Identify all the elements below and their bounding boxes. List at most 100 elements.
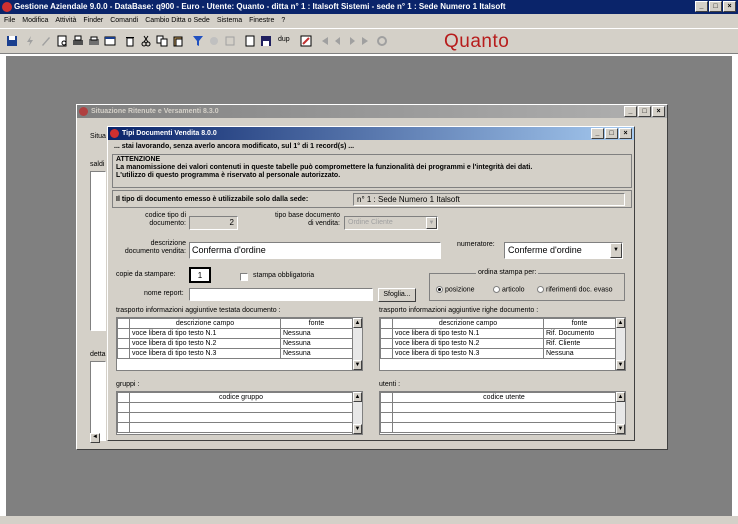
righe-desc-cell[interactable]: voce libera di tipo testo N.3 — [392, 348, 544, 359]
scroll-down-icon[interactable]: ▼ — [616, 424, 625, 434]
numeratore-select[interactable]: Conferme d'ordine ▼ — [504, 242, 623, 259]
nav-prev-icon[interactable] — [332, 35, 344, 47]
sfoglia-button[interactable]: Sfoglia... — [378, 288, 416, 302]
righe-desc-cell[interactable]: voce libera di tipo testo N.1 — [392, 328, 544, 339]
menu-cambio-ditta[interactable]: Cambio Ditta o Sede — [145, 14, 210, 28]
new-document-icon[interactable] — [244, 35, 256, 47]
minimize-button[interactable]: _ — [695, 1, 708, 12]
ritenute-close-button[interactable]: × — [652, 106, 665, 117]
codice-field[interactable]: 2 — [189, 216, 238, 230]
refresh-icon[interactable] — [376, 35, 388, 47]
menu-file[interactable]: File — [4, 14, 15, 28]
table-row[interactable]: voce libera di tipo testo N.1 Rif. Docume… — [380, 328, 616, 339]
table-row[interactable]: voce libera di tipo testo N.2 Rif. Client… — [380, 338, 616, 349]
save-icon[interactable] — [6, 35, 18, 47]
scroll-up-icon[interactable]: ▲ — [353, 392, 362, 402]
righe-grid[interactable]: descrizione campo fonte voce libera di ti… — [379, 317, 626, 371]
table-row[interactable] — [117, 402, 353, 413]
nav-last-icon[interactable] — [360, 35, 372, 47]
testata-scrollbar[interactable]: ▲ ▼ — [352, 318, 362, 370]
ordina-posizione-radio[interactable]: posizione — [436, 286, 475, 293]
menu-attivita[interactable]: Attività — [55, 14, 76, 28]
utenti-grid[interactable]: codice utente ▲ ▼ — [379, 391, 626, 435]
scroll-down-icon[interactable]: ▼ — [353, 360, 362, 370]
testata-grid[interactable]: descrizione campo fonte voce libera di ti… — [116, 317, 363, 371]
copie-field[interactable]: 1 — [189, 267, 211, 283]
utenti-scrollbar[interactable]: ▲ ▼ — [615, 392, 625, 434]
menu-modifica[interactable]: Modifica — [22, 14, 48, 28]
table-row[interactable]: voce libera di tipo testo N.3 Nessuna — [117, 348, 353, 359]
menu-finestre[interactable]: Finestre — [249, 14, 274, 28]
tipi-minimize-button[interactable]: _ — [591, 128, 604, 139]
righe-fonte-cell[interactable]: Rif. Cliente — [543, 338, 616, 349]
table-row[interactable]: voce libera di tipo testo N.2 Nessuna — [117, 338, 353, 349]
scroll-down-icon[interactable]: ▼ — [353, 424, 362, 434]
filter-icon[interactable] — [192, 35, 204, 47]
testata-desc-cell[interactable]: voce libera di tipo testo N.1 — [129, 328, 281, 339]
table-row[interactable] — [117, 422, 353, 433]
print-icon[interactable] — [72, 35, 84, 47]
scroll-up-icon[interactable]: ▲ — [616, 392, 625, 402]
chevron-down-icon[interactable]: ▼ — [610, 243, 622, 258]
saldi-grid-fragment[interactable] — [90, 171, 106, 331]
descrizione-field[interactable]: Conferma d'ordine — [189, 242, 441, 259]
col-codice-gruppo-header[interactable]: codice gruppo — [129, 392, 353, 403]
table-row[interactable] — [117, 412, 353, 423]
gruppi-scrollbar[interactable]: ▲ ▼ — [352, 392, 362, 434]
ritenute-maximize-button[interactable]: □ — [638, 106, 651, 117]
clear-filter-icon[interactable] — [208, 35, 220, 47]
table-row[interactable] — [380, 402, 616, 413]
edit-record-icon[interactable] — [300, 35, 312, 47]
menu-comandi[interactable]: Comandi — [110, 14, 138, 28]
nome-report-field[interactable] — [189, 288, 373, 301]
pencil-icon[interactable] — [40, 35, 52, 47]
stampa-obbligatoria-checkbox[interactable] — [240, 273, 248, 281]
close-button[interactable]: × — [723, 1, 736, 12]
nav-first-icon[interactable] — [318, 35, 330, 47]
table-row[interactable]: voce libera di tipo testo N.1 Nessuna — [117, 328, 353, 339]
table-row[interactable] — [380, 422, 616, 433]
gruppi-grid[interactable]: codice gruppo ▲ ▼ — [116, 391, 363, 435]
menu-help[interactable]: ? — [281, 14, 285, 28]
menu-finder[interactable]: Finder — [83, 14, 103, 28]
table-row[interactable] — [380, 412, 616, 423]
preview-icon[interactable] — [56, 35, 68, 47]
testata-fonte-cell[interactable]: Nessuna — [280, 338, 353, 349]
ritenute-minimize-button[interactable]: _ — [624, 106, 637, 117]
ritenute-window-titlebar[interactable]: Situazione Ritenute e Versamenti 8.3.0 _… — [77, 105, 667, 118]
table-row[interactable]: voce libera di tipo testo N.3 Nessuna — [380, 348, 616, 359]
col-fonte-header[interactable]: fonte — [280, 318, 353, 329]
scroll-up-icon[interactable]: ▲ — [616, 318, 625, 328]
scroll-left-button[interactable]: ◄ — [90, 433, 100, 443]
righe-fonte-cell[interactable]: Nessuna — [543, 348, 616, 359]
col-descrizione-header[interactable]: descrizione campo — [392, 318, 544, 329]
col-fonte-header[interactable]: fonte — [543, 318, 616, 329]
testata-desc-cell[interactable]: voce libera di tipo testo N.2 — [129, 338, 281, 349]
ordina-articolo-radio[interactable]: articolo — [493, 286, 525, 293]
ordina-riferimenti-radio[interactable]: riferimenti doc. evaso — [537, 286, 613, 293]
delete-icon[interactable] — [124, 35, 136, 47]
righe-scrollbar[interactable]: ▲ ▼ — [615, 318, 625, 370]
tipo-base-select[interactable]: Ordine Cliente ▼ — [344, 216, 438, 230]
col-codice-utente-header[interactable]: codice utente — [392, 392, 616, 403]
righe-desc-cell[interactable]: voce libera di tipo testo N.2 — [392, 338, 544, 349]
tipi-documenti-titlebar[interactable]: Tipi Documenti Vendita 8.0.0 _ □ × — [108, 127, 634, 140]
cut-icon[interactable] — [140, 35, 152, 47]
righe-fonte-cell[interactable]: Rif. Documento — [543, 328, 616, 339]
copy-icon[interactable] — [156, 35, 168, 47]
duplicate-button[interactable]: dup — [278, 36, 294, 48]
tipi-maximize-button[interactable]: □ — [605, 128, 618, 139]
paste-icon[interactable] — [172, 35, 184, 47]
testata-desc-cell[interactable]: voce libera di tipo testo N.3 — [129, 348, 281, 359]
printer-setup-icon[interactable] — [88, 35, 100, 47]
testata-fonte-cell[interactable]: Nessuna — [280, 328, 353, 339]
floppy-icon[interactable] — [260, 35, 272, 47]
scroll-up-icon[interactable]: ▲ — [353, 318, 362, 328]
col-descrizione-header[interactable]: descrizione campo — [129, 318, 281, 329]
window-icon[interactable] — [104, 35, 116, 47]
scroll-down-icon[interactable]: ▼ — [616, 360, 625, 370]
chevron-down-icon[interactable]: ▼ — [426, 217, 437, 229]
menu-sistema[interactable]: Sistema — [217, 14, 242, 28]
lightning-icon[interactable] — [24, 35, 36, 47]
maximize-button[interactable]: □ — [709, 1, 722, 12]
